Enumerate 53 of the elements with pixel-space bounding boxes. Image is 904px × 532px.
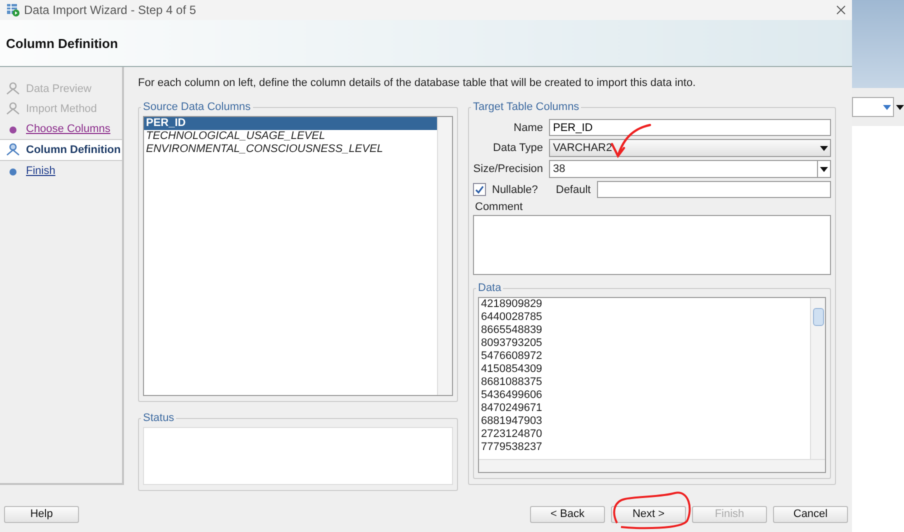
- data-value: 8470249671: [481, 402, 544, 415]
- data-value: 7779538237: [481, 441, 544, 454]
- nav-button[interactable]: Cancel: [773, 506, 848, 522]
- close-icon[interactable]: [836, 5, 846, 15]
- data-value: 6440028785: [481, 311, 544, 324]
- instructions-text: For each column on left, define the column details of the database table that will be created to import this data into.: [138, 77, 697, 89]
- name-field[interactable]: PER_ID: [549, 119, 831, 136]
- data-type-dropdown[interactable]: VARCHAR2: [549, 139, 831, 157]
- data-value: 2723124870: [481, 428, 544, 441]
- group-title: Status: [142, 412, 176, 424]
- data-value: 8665548839: [481, 324, 544, 337]
- data-value: 5476608972: [481, 350, 544, 363]
- data-value: 5436499606: [481, 389, 544, 402]
- column-item[interactable]: TECHNOLOGICAL_USAGE_LEVEL: [144, 130, 437, 143]
- wizard-step[interactable]: Choose Columns: [0, 119, 122, 139]
- field-label: Size/Precision: [473, 163, 543, 175]
- size-combobox[interactable]: 38: [549, 160, 831, 178]
- data-value: 4150854309: [481, 363, 544, 376]
- background-dropdown[interactable]: [852, 97, 894, 117]
- data-value: 8681088375: [481, 376, 544, 389]
- data-value: 6881947903: [481, 415, 544, 428]
- column-item[interactable]: PER_ID: [144, 117, 437, 130]
- nav-button[interactable]: < Back: [530, 506, 605, 522]
- caret-icon: [820, 146, 828, 150]
- field-label: Data Type: [492, 142, 543, 154]
- field-label: Default: [556, 184, 591, 196]
- person-icon: [6, 101, 20, 117]
- default-field[interactable]: [596, 181, 831, 198]
- person-icon: [6, 142, 20, 158]
- group-title: Source Data Columns: [142, 101, 252, 113]
- wizard-step[interactable]: Column Definition: [0, 139, 122, 161]
- column-item[interactable]: ENVIRONMENTAL_CONSCIOUSNESS_LEVEL: [144, 143, 437, 156]
- table-icon: [6, 3, 20, 17]
- person-icon: [6, 81, 20, 97]
- group-title: Target Table Columns: [472, 101, 580, 113]
- scrollbar[interactable]: [810, 298, 825, 459]
- checkbox-label: Nullable?: [492, 184, 538, 196]
- caret-icon: [820, 166, 828, 172]
- scrollbar[interactable]: [479, 459, 825, 472]
- nav-button[interactable]: Next >: [611, 506, 686, 522]
- field-label: Comment: [475, 201, 524, 213]
- source-columns-list[interactable]: PER_ID TECHNOLOGICAL_USAGE_LEVEL ENVIRONMENTAL_CONSCIOUSNESS_LEVEL: [143, 116, 453, 396]
- page-title: Column Definition: [6, 36, 118, 50]
- data-value: 8093793205: [481, 337, 544, 350]
- comment-field[interactable]: [473, 215, 831, 275]
- group-title: Data: [477, 282, 502, 294]
- help-button[interactable]: Help: [4, 506, 79, 522]
- window-title: Data Import Wizard - Step 4 of 5: [24, 3, 196, 17]
- checkbox[interactable]: [473, 183, 486, 196]
- wizard-step[interactable]: Finish: [0, 161, 122, 181]
- scrollbar[interactable]: [437, 117, 452, 395]
- field-label: Name: [512, 122, 543, 134]
- data-value: 4218909829: [481, 298, 544, 311]
